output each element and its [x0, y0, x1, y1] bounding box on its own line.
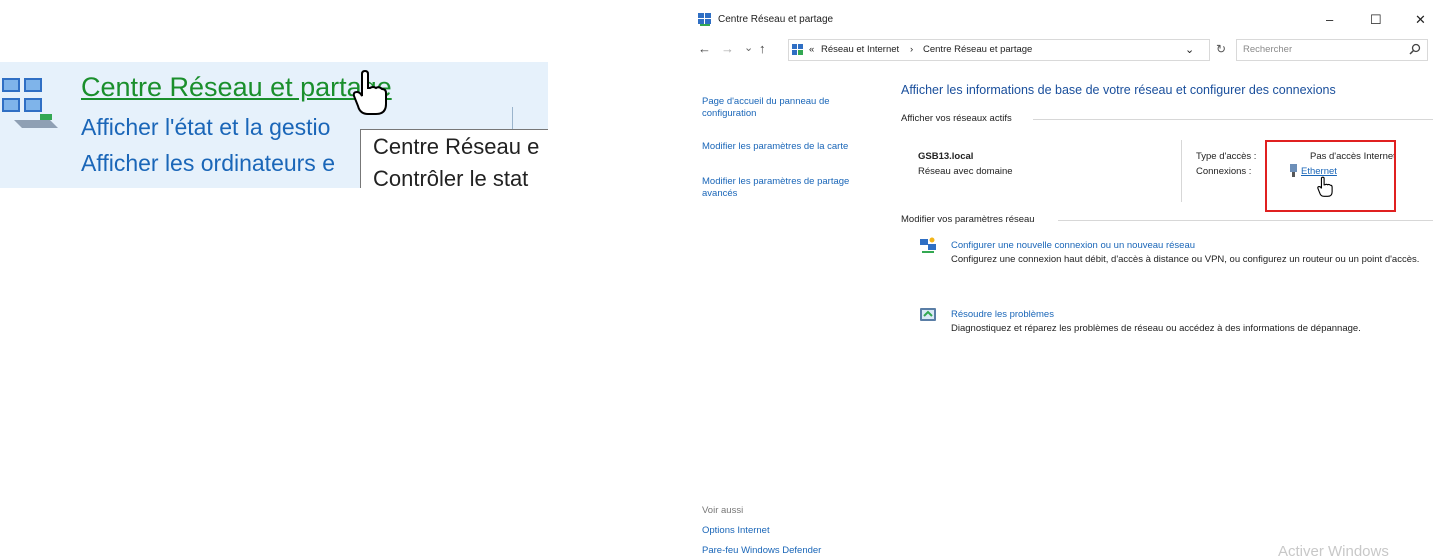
tooltip-line-1: Centre Réseau e: [373, 134, 540, 159]
close-button[interactable]: ✕: [1415, 12, 1426, 28]
network-type: Réseau avec domaine: [918, 166, 1013, 177]
hand-cursor-icon: [352, 70, 388, 116]
new-connection-icon: [919, 237, 937, 255]
activation-watermark: Activer Windows: [1278, 543, 1389, 560]
network-center-window: Centre Réseau et partage – ☐ ✕ ← → ⌄ ↑ «…: [693, 0, 1446, 560]
address-bar[interactable]: « Réseau et Internet › Centre Réseau et …: [788, 39, 1210, 61]
see-also-heading: Voir aussi: [702, 505, 744, 516]
new-connection-description: Configurez une connexion haut débit, d'a…: [951, 254, 1420, 265]
minimize-button[interactable]: –: [1326, 12, 1333, 27]
maximize-button[interactable]: ☐: [1370, 12, 1382, 28]
modify-settings-label: Modifier vos paramètres réseau: [901, 214, 1035, 225]
network-center-link[interactable]: Centre Réseau et partage: [81, 72, 392, 103]
breadcrumb-network-internet[interactable]: Réseau et Internet: [821, 44, 899, 55]
page-title: Afficher les informations de base de vot…: [901, 83, 1336, 97]
tooltip: Centre Réseau e Contrôler le stat: [360, 129, 548, 188]
search-icon[interactable]: [1409, 43, 1421, 55]
active-networks-label: Afficher vos réseaux actifs: [901, 113, 1012, 124]
breadcrumb-overflow[interactable]: «: [809, 44, 814, 55]
refresh-button[interactable]: ↻: [1216, 42, 1226, 56]
troubleshoot-link[interactable]: Résoudre les problèmes: [951, 309, 1054, 320]
new-connection-link[interactable]: Configurer une nouvelle connexion ou un …: [951, 240, 1195, 251]
breadcrumb-separator: ›: [910, 44, 914, 55]
search-input[interactable]: Rechercher: [1236, 39, 1428, 61]
section-divider: [1058, 220, 1433, 221]
troubleshoot-description: Diagnostiquez et réparez les problèmes d…: [951, 323, 1361, 334]
up-button[interactable]: ↑: [759, 41, 766, 56]
search-placeholder: Rechercher: [1243, 44, 1293, 55]
view-computers-link[interactable]: Afficher les ordinateurs e: [81, 150, 335, 177]
see-also-firewall[interactable]: Pare-feu Windows Defender: [702, 545, 821, 556]
troubleshoot-icon: [919, 307, 937, 323]
breadcrumb-network-center[interactable]: Centre Réseau et partage: [923, 44, 1032, 55]
sidebar-item-control-panel-home[interactable]: Page d'accueil du panneau de configurati…: [702, 96, 872, 120]
tooltip-line-2: Contrôler le stat: [373, 166, 529, 188]
network-folder-icon: [792, 44, 804, 56]
network-center-icon: [698, 13, 711, 26]
zoomed-network-center-panel: Centre Réseau et partage Afficher l'état…: [0, 62, 548, 188]
section-divider: [1033, 119, 1433, 120]
back-button[interactable]: ←: [698, 41, 711, 56]
view-status-link[interactable]: Afficher l'état et la gestio: [81, 114, 330, 141]
forward-button[interactable]: →: [721, 41, 734, 56]
see-also-internet-options[interactable]: Options Internet: [702, 525, 770, 536]
access-type-label: Type d'accès :: [1196, 151, 1257, 162]
network-center-icon: [0, 74, 64, 132]
highlight-box: [1265, 140, 1396, 212]
connections-label: Connexions :: [1196, 166, 1252, 177]
vertical-divider: [1181, 140, 1182, 202]
window-title: Centre Réseau et partage: [718, 14, 834, 25]
sidebar-item-advanced-sharing[interactable]: Modifier les paramètres de partage avanc…: [702, 176, 872, 200]
sidebar-item-adapter-settings[interactable]: Modifier les paramètres de la carte: [702, 141, 872, 153]
network-name: GSB13.local: [918, 151, 974, 162]
recent-locations-button[interactable]: ⌄: [744, 41, 753, 54]
address-dropdown-icon[interactable]: ⌄: [1185, 43, 1194, 56]
divider: [512, 107, 513, 129]
